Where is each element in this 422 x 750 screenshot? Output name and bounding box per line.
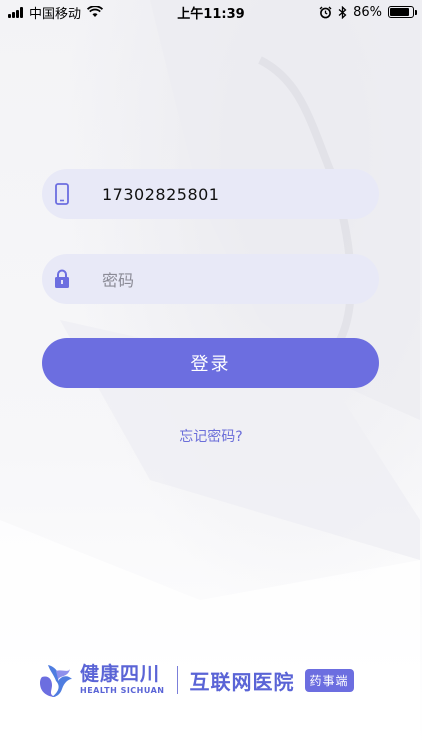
pharmacy-tag: 药事端 [304, 668, 354, 692]
password-field[interactable]: 密码 [42, 254, 379, 304]
phone-icon [54, 183, 70, 205]
brand-name-cn: 健康四川 [80, 663, 161, 685]
footer-divider [176, 666, 178, 694]
lock-icon [54, 268, 70, 290]
health-sichuan-logo: 健康四川 HEALTH SICHUAN [38, 661, 165, 699]
footer-brand: 健康四川 HEALTH SICHUAN 互联网医院 药事端 [38, 658, 354, 702]
status-bar: 中国移动 上午11:39 86% [0, 0, 422, 24]
status-time: 上午11:39 [177, 6, 245, 22]
battery-percent: 86% [353, 4, 382, 20]
hospital-title: 互联网医院 [189, 669, 295, 694]
forgot-password-link[interactable]: 忘记密码? [0, 426, 422, 446]
phone-input-value[interactable]: 17302825801 [102, 185, 219, 204]
battery-icon [388, 6, 417, 18]
signal-icon [8, 6, 23, 18]
phone-field[interactable]: 17302825801 [42, 169, 379, 219]
bluetooth-icon [338, 5, 347, 19]
alarm-icon [319, 6, 332, 18]
carrier-label: 中国移动 [29, 6, 82, 22]
flame-logo-icon [40, 665, 72, 697]
password-placeholder[interactable]: 密码 [102, 267, 134, 291]
wifi-icon [87, 6, 104, 17]
login-button[interactable]: 登录 [42, 338, 379, 388]
brand-name-en: HEALTH SICHUAN [80, 686, 165, 695]
